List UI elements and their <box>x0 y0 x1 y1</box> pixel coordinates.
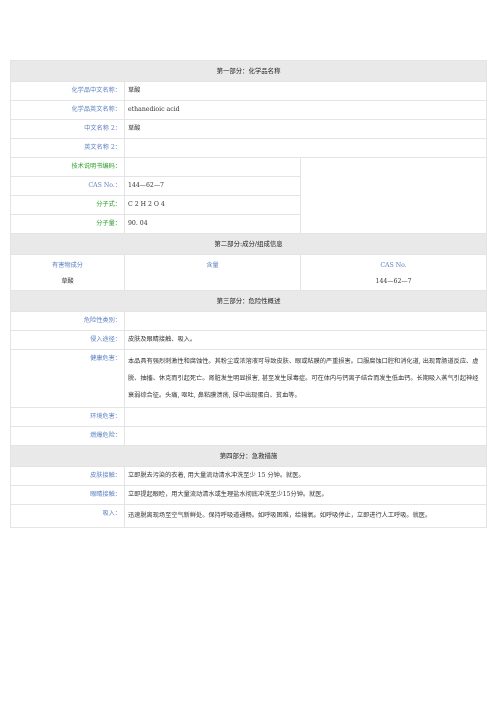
row-env: 环境危害： <box>10 407 488 427</box>
row-skin: 皮肤接触： 立即脱去污染的衣着, 用大量流动清水冲洗至少 15 分钟。就医。 <box>10 466 488 486</box>
value-formula: C 2 H 2 O 4 <box>124 195 301 215</box>
label-tech-code: 技术说明书编码： <box>10 157 125 177</box>
label-env: 环境危害： <box>10 407 125 427</box>
msds-table: 第一部分：化学品名称 化学品中文名称： 草酸 化学品英文名称： ethanedi… <box>9 60 488 528</box>
section4-title: 第四部分：急救措施 <box>9 445 488 467</box>
label-route: 侵入途径： <box>10 330 125 350</box>
value-tech-code <box>124 157 301 177</box>
header-component: 有害物成分 <box>10 254 125 273</box>
label-en-name: 化学品英文名称： <box>10 100 125 120</box>
section1-header: 第一部分：化学品名称 <box>9 60 488 82</box>
value-skin: 立即脱去污染的衣着, 用大量流动清水冲洗至少 15 分钟。就医。 <box>123 466 488 486</box>
value-eye: 立即提起眼睑，用大量流动清水或生理盐水彻底冲洗至少15分钟。就医。 <box>123 485 488 505</box>
row-en-name-2: 英文名称 2： <box>10 138 488 158</box>
value-route: 皮肤及眼睛接触、吸入。 <box>123 330 488 350</box>
label-inhale: 吸入： <box>10 504 125 528</box>
header-content: 含量 <box>124 254 301 273</box>
component-cas: 144—62—7 <box>299 273 488 291</box>
label-skin: 皮肤接触： <box>10 466 125 486</box>
section4-header: 第四部分：急救措施 <box>9 445 488 467</box>
composition-header-row: 有害物成分 含量 CAS No. <box>10 254 488 273</box>
label-eye: 眼睛接触： <box>10 485 125 505</box>
label-formula: 分子式： <box>10 195 125 215</box>
section1-title: 第一部分：化学品名称 <box>9 60 488 82</box>
row-hazard-category: 危险性类别： <box>10 311 488 331</box>
row-fire: 燃爆危险： <box>10 426 488 446</box>
value-en-name: ethanedioic acid <box>123 100 488 120</box>
label-en-name-2: 英文名称 2： <box>10 138 125 158</box>
value-env <box>123 407 488 427</box>
label-mw: 分子量： <box>10 214 125 234</box>
value-cn-name-2: 草酸 <box>123 119 488 139</box>
row-cn-name: 化学品中文名称： 草酸 <box>10 81 488 101</box>
label-cn-name: 化学品中文名称： <box>10 81 125 101</box>
value-cas: 144—62—7 <box>124 176 301 196</box>
row-cn-name-2: 中文名称 2： 草酸 <box>10 119 488 139</box>
msds-document: 第一部分：化学品名称 化学品中文名称： 草酸 化学品英文名称： ethanedi… <box>9 60 488 528</box>
label-hazard-category: 危险性类别： <box>10 311 125 331</box>
section2-header: 第二部分:成分/组成信息 <box>9 233 488 255</box>
component-name: 草酸 <box>10 273 125 291</box>
header-cas: CAS No. <box>299 254 488 273</box>
row-tech-code: 技术说明书编码： <box>10 157 488 234</box>
row-en-name: 化学品英文名称： ethanedioic acid <box>10 100 488 120</box>
value-health: 本品具有强烈刺激性和腐蚀性。其粉尘或浓溶液可导致皮肤、眼或粘膜的严重损害。口服腐… <box>123 349 488 408</box>
value-cn-name: 草酸 <box>123 81 488 101</box>
value-en-name-2 <box>123 138 488 158</box>
value-hazard-category <box>123 311 488 331</box>
composition-row: 草酸 144—62—7 <box>10 273 488 291</box>
label-cas: CAS No.： <box>10 176 125 196</box>
row-eye: 眼睛接触： 立即提起眼睑，用大量流动清水或生理盐水彻底冲洗至少15分钟。就医。 <box>10 485 488 505</box>
component-content <box>124 273 301 291</box>
section3-title: 第三部分：危险性概述 <box>9 290 488 312</box>
blank-cell <box>299 157 488 234</box>
label-cn-name-2: 中文名称 2： <box>10 119 125 139</box>
row-inhale: 吸入： 迅速脱离现场至空气新鲜处。保持呼吸道通畅。如呼吸困难，给输氧。如呼吸停止… <box>10 504 488 528</box>
section3-header: 第三部分：危险性概述 <box>9 290 488 312</box>
row-health: 健康危害： 本品具有强烈刺激性和腐蚀性。其粉尘或浓溶液可导致皮肤、眼或粘膜的严重… <box>10 349 488 408</box>
value-fire <box>123 426 488 446</box>
label-health: 健康危害： <box>10 349 125 408</box>
value-inhale: 迅速脱离现场至空气新鲜处。保持呼吸道通畅。如呼吸困难，给输氧。如呼吸停止，立即进… <box>123 504 488 528</box>
section2-title: 第二部分:成分/组成信息 <box>9 233 488 255</box>
label-fire: 燃爆危险： <box>10 426 125 446</box>
row-route: 侵入途径： 皮肤及眼睛接触、吸入。 <box>10 330 488 350</box>
value-mw: 90. 04 <box>124 214 301 234</box>
